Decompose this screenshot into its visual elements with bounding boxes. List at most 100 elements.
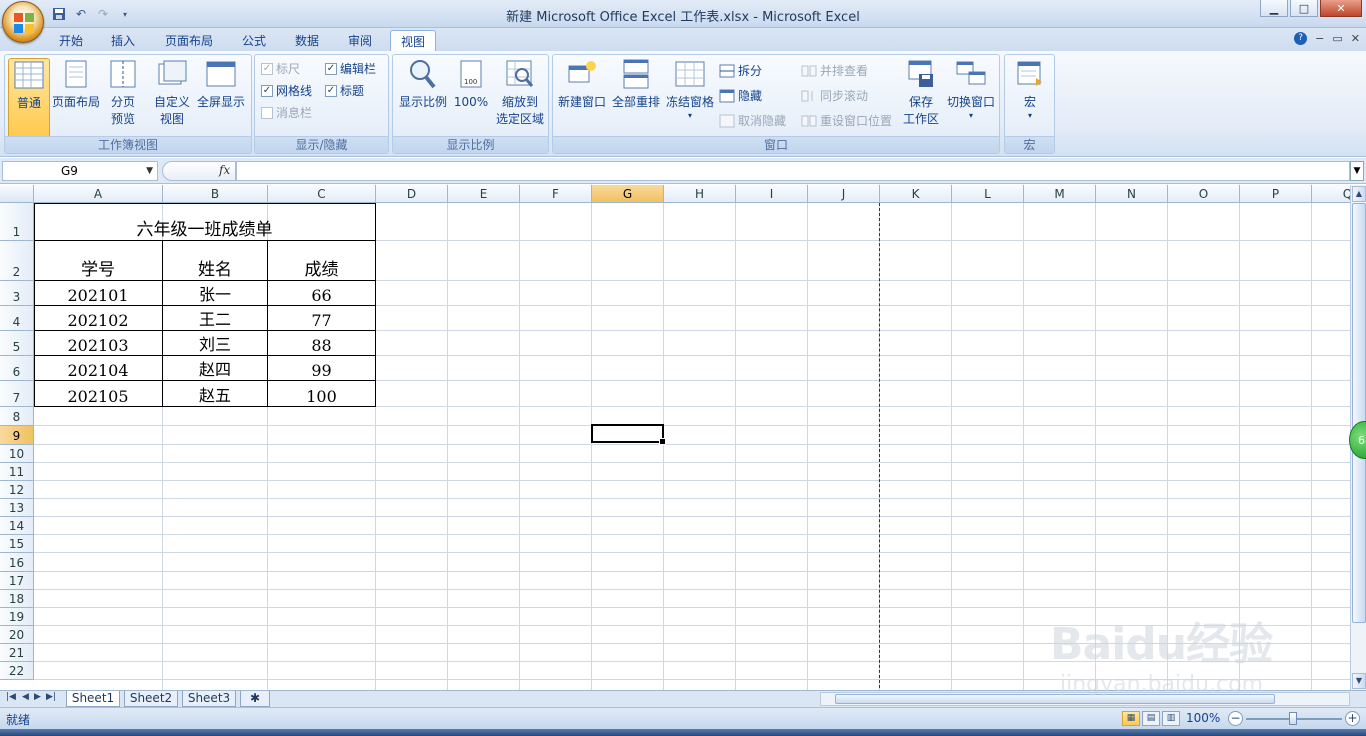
row-header-2[interactable]: 2 [0,241,34,281]
tab-view[interactable]: 视图 [390,30,436,52]
column-header-P[interactable]: P [1240,185,1312,203]
table-title-cell[interactable]: 六年级一班成绩单 [34,203,375,241]
column-header-M[interactable]: M [1024,185,1096,203]
row-header-11[interactable]: 11 [0,463,34,481]
headings-checkbox[interactable]: ✓ 标题 [325,81,364,101]
ribbon-minimize-icon[interactable]: − [1315,32,1324,45]
row-header-13[interactable]: 13 [0,499,34,517]
sheet-tab-2[interactable]: Sheet2 [124,691,178,707]
zoom-100-button[interactable]: 100 100% [453,58,489,111]
formula-bar-checkbox[interactable]: ✓ 编辑栏 [325,59,376,79]
worksheet-grid[interactable]: ABCDEFGHIJKLMNOPQ 1 2 3 4 5 6 7 8 9 10 11 12 13 14 15 1… [0,185,1350,690]
ribbon-close-icon[interactable]: ✕ [1351,32,1360,45]
page-break-preview-button[interactable]: 分页 预览 [103,58,143,128]
insert-function-icon[interactable]: fx [219,163,230,177]
table-cell[interactable]: 赵五 [163,381,267,407]
row-header-6[interactable]: 6 [0,356,34,381]
new-window-button[interactable]: 新建窗口 [557,58,607,111]
column-header-C[interactable]: C [268,185,376,203]
row-header-22[interactable]: 22 [0,662,34,680]
column-header-H[interactable]: H [664,185,736,203]
zoom-in-icon[interactable]: + [1345,711,1360,726]
column-header-E[interactable]: E [448,185,520,203]
horizontal-scroll-thumb[interactable] [835,694,1275,704]
zoom-slider-thumb[interactable] [1289,712,1297,725]
active-cell-selection[interactable] [591,424,666,445]
header-cell-name[interactable]: 姓名 [163,241,267,281]
fullscreen-button[interactable]: 全屏显示 [195,58,247,111]
column-header-Q[interactable]: Q [1312,185,1350,203]
row-header-21[interactable]: 21 [0,644,34,662]
help-icon[interactable]: ? [1294,32,1308,45]
name-box-dropdown-icon[interactable]: ▼ [146,162,153,180]
column-header-B[interactable]: B [163,185,268,203]
table-cell[interactable]: 77 [268,306,375,331]
column-header-I[interactable]: I [736,185,808,203]
tab-home[interactable]: 开始 [50,30,92,52]
table-cell[interactable]: 202103 [34,331,162,356]
split-button[interactable]: 拆分 [719,61,762,81]
ribbon-restore-icon[interactable]: ▭ [1332,32,1342,45]
row-header-17[interactable]: 17 [0,572,34,590]
save-workspace-button[interactable]: 保存 工作区 [901,58,941,128]
scroll-up-icon[interactable]: ▲ [1352,186,1366,202]
column-header-O[interactable]: O [1168,185,1240,203]
page-break-shortcut-icon[interactable]: ▥ [1162,711,1180,726]
table-cell[interactable]: 赵四 [163,356,267,381]
insert-sheet-icon[interactable]: ✱ [240,691,270,707]
column-header-G[interactable]: G [592,185,664,203]
tab-formulas[interactable]: 公式 [234,30,274,52]
sync-scroll-button[interactable]: 同步滚动 [801,86,868,106]
table-cell[interactable]: 100 [268,381,375,407]
table-cell[interactable]: 刘三 [163,331,267,356]
table-cell[interactable]: 202101 [34,281,162,306]
table-cell[interactable]: 202102 [34,306,162,331]
row-header-7[interactable]: 7 [0,381,34,407]
row-header-4[interactable]: 4 [0,306,34,331]
sheet-tab-3[interactable]: Sheet3 [182,691,236,707]
column-header-K[interactable]: K [880,185,952,203]
next-sheet-icon[interactable]: ▶ [34,692,41,702]
normal-view-shortcut-icon[interactable]: ▦ [1122,711,1140,726]
freeze-panes-button[interactable]: 冻结窗格 ▾ [665,58,715,121]
row-header-8[interactable]: 8 [0,407,34,426]
page-layout-view-button[interactable]: 页面布局 [51,58,101,111]
prev-sheet-icon[interactable]: ◀ [22,692,29,702]
tab-page-layout[interactable]: 页面布局 [156,30,222,52]
sheet-tab-1[interactable]: Sheet1 [66,691,120,707]
tab-data[interactable]: 数据 [286,30,328,52]
switch-windows-button[interactable]: 切换窗口 ▾ [945,58,997,121]
row-header-9[interactable]: 9 [0,426,34,445]
horizontal-scrollbar[interactable] [820,692,1350,706]
select-all-corner[interactable] [0,185,34,203]
row-header-1[interactable]: 1 [0,203,34,241]
row-header-16[interactable]: 16 [0,553,34,572]
zoom-to-selection-button[interactable]: 缩放到 选定区域 [493,58,547,128]
vertical-scroll-thumb[interactable] [1352,203,1366,623]
normal-view-button[interactable]: 普通 [8,58,50,138]
row-header-15[interactable]: 15 [0,535,34,553]
row-header-14[interactable]: 14 [0,517,34,535]
minimize-button[interactable]: ▁ [1260,0,1288,17]
table-cell[interactable]: 202105 [34,381,162,407]
last-sheet-icon[interactable]: ▶| [46,692,56,702]
row-header-10[interactable]: 10 [0,445,34,463]
column-header-L[interactable]: L [952,185,1024,203]
row-header-19[interactable]: 19 [0,608,34,626]
column-header-J[interactable]: J [808,185,880,203]
maximize-button[interactable]: □ [1290,0,1318,17]
column-header-D[interactable]: D [376,185,448,203]
column-header-F[interactable]: F [520,185,592,203]
hide-window-button[interactable]: 隐藏 [719,86,762,106]
row-header-20[interactable]: 20 [0,626,34,644]
formula-input[interactable] [236,161,1350,181]
reset-position-button[interactable]: 重设窗口位置 [801,111,892,131]
tab-review[interactable]: 审阅 [340,30,380,52]
table-cell[interactable]: 88 [268,331,375,356]
unhide-window-button[interactable]: 取消隐藏 [719,111,786,131]
row-header-3[interactable]: 3 [0,281,34,306]
column-header-N[interactable]: N [1096,185,1168,203]
table-cell[interactable]: 202104 [34,356,162,381]
row-header-12[interactable]: 12 [0,481,34,499]
column-header-A[interactable]: A [34,185,163,203]
